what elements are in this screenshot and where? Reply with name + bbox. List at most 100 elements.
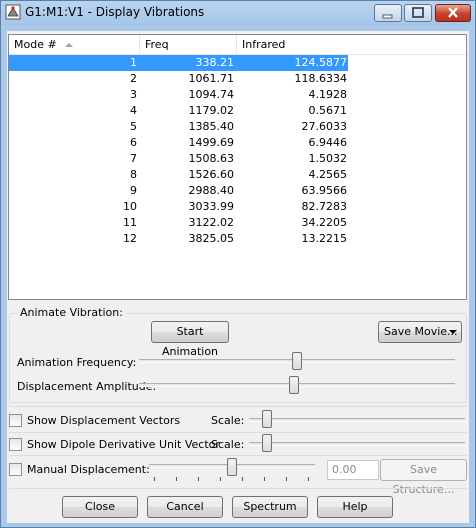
table-cell-ir: 13.2215: [301, 232, 348, 245]
displacement-amplitude-label: Displacement Amplitude:: [17, 380, 157, 393]
minimize-icon: [382, 14, 393, 19]
separator: [9, 432, 467, 433]
help-button[interactable]: Help: [317, 496, 393, 518]
close-window-button[interactable]: [435, 4, 471, 22]
table-row[interactable]: 3 1094.74 4.1928: [9, 87, 466, 103]
table-cell-ir: 124.5877: [294, 56, 348, 69]
column-header-freq[interactable]: Freq: [140, 35, 237, 54]
table-cell-mode: 4: [130, 104, 137, 117]
show-dipole-derivative-label: Show Dipole Derivative Unit Vector: [27, 438, 220, 451]
dropdown-arrow-icon: [449, 330, 457, 334]
table-cell-ir: 4.2565: [308, 168, 348, 181]
table-row[interactable]: 4 1179.02 0.5671: [9, 103, 466, 119]
table-row[interactable]: 8 1526.60 4.2565: [9, 167, 466, 183]
table-cell-mode: 6: [130, 136, 137, 149]
table-cell-freq: 2988.40: [188, 184, 235, 197]
dipole-scale-label: Scale:: [211, 438, 245, 451]
table-cell-freq: 1508.63: [188, 152, 235, 165]
table-cell-ir: 63.9566: [301, 184, 348, 197]
column-header-infrared[interactable]: Infrared: [237, 35, 466, 54]
maximize-icon: [412, 7, 424, 18]
table-cell-freq: 338.21: [195, 56, 235, 69]
table-cell-mode: 9: [130, 184, 137, 197]
cancel-button[interactable]: Cancel: [147, 496, 223, 518]
dipole-scale-track[interactable]: [249, 442, 465, 446]
table-cell-freq: 3033.99: [188, 200, 235, 213]
column-label-mode: Mode #: [14, 38, 57, 51]
sort-ascending-icon: [65, 43, 73, 47]
table-cell-ir: 0.5671: [308, 104, 348, 117]
separator: [9, 406, 467, 407]
slider-tick: [176, 477, 177, 481]
display-vibrations-window: G1:M1:V1 - Display Vibrations Mode # Fre…: [0, 0, 476, 528]
show-displacement-vectors-checkbox[interactable]: [9, 414, 22, 427]
table-row[interactable]: 1 338.21 124.5877: [9, 55, 348, 71]
table-cell-ir: 4.1928: [308, 88, 348, 101]
close-button[interactable]: Close: [62, 496, 138, 518]
table-row[interactable]: 6 1499.69 6.9446: [9, 135, 466, 151]
animate-vibration-title: Animate Vibration:: [17, 306, 126, 319]
title-bar[interactable]: G1:M1:V1 - Display Vibrations: [1, 1, 475, 25]
table-row[interactable]: 10 3033.99 82.7283: [9, 199, 466, 215]
maximize-button[interactable]: [404, 4, 432, 22]
slider-tick: [264, 477, 265, 481]
spectrum-button[interactable]: Spectrum: [232, 496, 308, 518]
table-row[interactable]: 7 1508.63 1.5032: [9, 151, 466, 167]
animation-frequency-label: Animation Frequency:: [17, 356, 137, 369]
table-row[interactable]: 11 3122.02 34.2205: [9, 215, 466, 231]
table-row[interactable]: 9 2988.40 63.9566: [9, 183, 466, 199]
manual-displacement-value-field[interactable]: 0.00: [327, 460, 379, 480]
start-animation-button[interactable]: Start Animation: [151, 321, 229, 358]
table-row[interactable]: 12 3825.05 13.2215: [9, 231, 466, 247]
table-cell-mode: 8: [130, 168, 137, 181]
table-cell-freq: 1094.74: [188, 88, 235, 101]
table-cell-mode: 2: [130, 72, 137, 85]
minimize-button[interactable]: [374, 4, 402, 22]
table-cell-mode: 10: [123, 200, 137, 213]
table-cell-freq: 1385.40: [188, 120, 235, 133]
displacement-scale-track[interactable]: [249, 418, 465, 422]
show-dipole-derivative-checkbox[interactable]: [9, 438, 22, 451]
table-cell-freq: 3825.05: [188, 232, 235, 245]
table-cell-ir: 118.6334: [294, 72, 348, 85]
table-cell-ir: 34.2205: [301, 216, 348, 229]
column-header-mode[interactable]: Mode #: [9, 35, 140, 54]
animation-frequency-slider-thumb[interactable]: [292, 352, 302, 370]
table-cell-freq: 3122.02: [188, 216, 235, 229]
displacement-amplitude-slider-thumb[interactable]: [288, 376, 299, 394]
close-icon: [448, 7, 458, 18]
vibrations-table[interactable]: Mode # Freq Infrared 1 338.21 124.5877 2 106…: [8, 34, 467, 300]
slider-tick: [242, 477, 243, 481]
gaussview-app-icon: [5, 4, 21, 20]
table-cell-mode: 5: [130, 120, 137, 133]
column-label-infrared: Infrared: [242, 38, 286, 51]
table-cell-ir: 27.6033: [301, 120, 348, 133]
separator: [9, 455, 467, 456]
table-cell-freq: 1499.69: [188, 136, 235, 149]
table-body: 1 338.21 124.5877 2 1061.71 118.6334 3 1094.74 4…: [9, 55, 466, 247]
table-cell-ir: 82.7283: [301, 200, 348, 213]
displacement-scale-slider-thumb[interactable]: [262, 410, 272, 428]
slider-tick: [308, 477, 309, 481]
manual-displacement-slider-thumb[interactable]: [227, 458, 237, 476]
table-row[interactable]: 2 1061.71 118.6334: [9, 71, 466, 87]
column-label-freq: Freq: [145, 38, 169, 51]
displacement-scale-label: Scale:: [211, 414, 245, 427]
save-structure-button[interactable]: Save Structure...: [380, 459, 467, 496]
manual-displacement-checkbox[interactable]: [9, 463, 22, 476]
save-movie-label: Save Movie...: [384, 325, 458, 338]
window-title: G1:M1:V1 - Display Vibrations: [25, 5, 205, 19]
table-cell-ir: 6.9446: [308, 136, 348, 149]
table-cell-mode: 1: [130, 56, 137, 69]
slider-tick: [198, 477, 199, 481]
table-cell-mode: 11: [123, 216, 137, 229]
manual-displacement-label: Manual Displacement:: [27, 463, 150, 476]
slider-tick: [220, 477, 221, 481]
table-cell-freq: 1061.71: [188, 72, 235, 85]
save-movie-button[interactable]: Save Movie...: [378, 321, 462, 343]
slider-tick: [286, 477, 287, 481]
slider-tick: [154, 477, 155, 481]
table-cell-freq: 1179.02: [188, 104, 235, 117]
table-row[interactable]: 5 1385.40 27.6033: [9, 119, 466, 135]
dipole-scale-slider-thumb[interactable]: [262, 434, 272, 452]
